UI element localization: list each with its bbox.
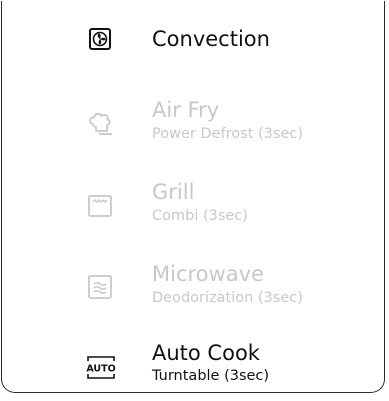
- microwave-label: Microwave: [152, 262, 264, 286]
- combi-label: Combi (3sec): [152, 208, 248, 224]
- air-fry-icon: [86, 109, 114, 137]
- deodorization-label: Deodorization (3sec): [152, 290, 303, 306]
- menu-item-microwave[interactable]: Microwave Deodorization (3sec): [2, 260, 384, 320]
- convection-label: Convection: [152, 27, 270, 51]
- menu-item-air-fry[interactable]: Air Fry Power Defrost (3sec): [2, 96, 384, 156]
- turntable-label: Turntable (3sec): [152, 368, 270, 384]
- auto-cook-label: Auto Cook: [152, 341, 260, 365]
- auto-icon-text: AUTO: [86, 364, 115, 375]
- menu-item-convection[interactable]: Convection: [2, 11, 384, 71]
- grill-label: Grill: [152, 180, 195, 204]
- menu-item-auto-cook[interactable]: AUTO Auto Cook Turntable (3sec): [2, 341, 384, 401]
- menu-item-grill[interactable]: Grill Combi (3sec): [2, 178, 384, 238]
- air-fry-label: Air Fry: [152, 98, 220, 122]
- auto-cook-icon: AUTO: [86, 353, 116, 381]
- power-defrost-label: Power Defrost (3sec): [152, 126, 303, 142]
- convection-icon: [86, 25, 114, 53]
- grill-icon: [86, 192, 114, 220]
- microwave-icon: [86, 273, 114, 301]
- mode-menu-panel: Convection Air Fry Power Defrost (3sec) …: [1, 1, 385, 393]
